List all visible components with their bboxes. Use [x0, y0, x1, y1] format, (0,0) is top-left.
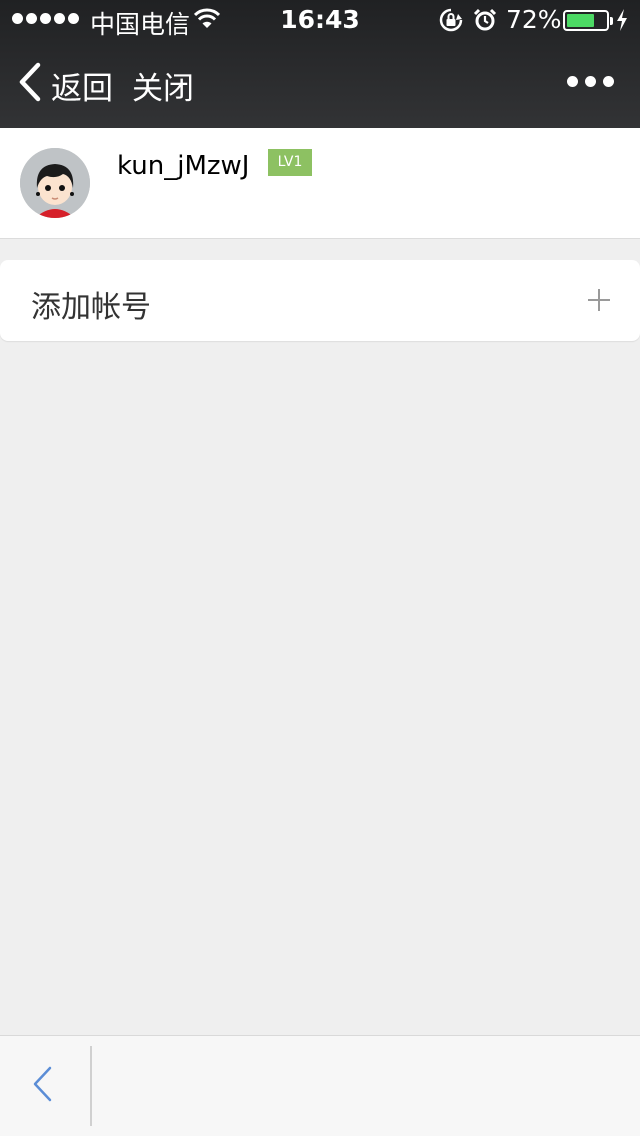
back-button[interactable]: 返回 — [51, 63, 113, 108]
username: kun_jMzwJ — [117, 151, 250, 181]
add-account-label: 添加帐号 — [31, 290, 151, 325]
add-account-button[interactable]: 添加帐号 — [0, 260, 640, 341]
avatar — [20, 148, 90, 218]
browser-back-icon[interactable] — [29, 1064, 55, 1104]
level-badge: LV1 — [268, 149, 312, 176]
rotation-lock-icon — [439, 8, 463, 32]
toolbar-divider — [90, 1046, 92, 1126]
close-button[interactable]: 关闭 — [132, 63, 194, 108]
battery-percentage: 72% — [506, 5, 562, 34]
battery-tip — [610, 17, 613, 25]
account-item[interactable]: kun_jMzwJ LV1 — [0, 128, 640, 239]
battery-icon — [563, 10, 609, 31]
top-bar: 中国电信 16:43 72% 返回 关闭 — [0, 0, 640, 128]
bottom-toolbar — [0, 1035, 640, 1136]
charging-bolt-icon — [617, 9, 627, 31]
alarm-icon — [473, 8, 497, 31]
avatar-image — [20, 148, 90, 218]
status-bar: 中国电信 16:43 72% — [0, 0, 640, 40]
battery-fill — [567, 14, 595, 27]
more-icon[interactable] — [567, 76, 614, 87]
plus-icon[interactable] — [587, 288, 611, 312]
navigation-bar: 返回 关闭 — [0, 40, 640, 128]
back-chevron-icon[interactable] — [18, 62, 42, 102]
